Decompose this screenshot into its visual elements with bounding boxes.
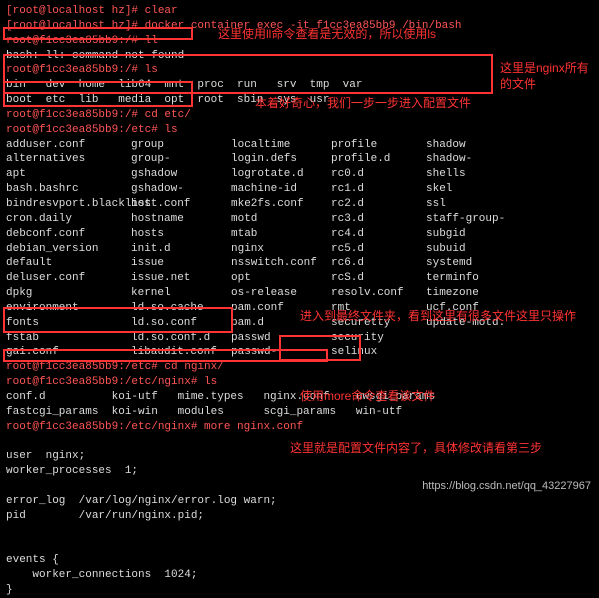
annotation-text: 这里使用ll命令查看是无效的，所以使用ls (218, 26, 436, 42)
annotation-box (3, 307, 233, 333)
annotation-text: 这里就是配置文件内容了，具体修改请看第三步 (290, 440, 542, 456)
annotation-box (3, 349, 328, 362)
prompt-line: root@f1cc3ea85bb9:/etc# cd nginx/ (6, 360, 593, 375)
annotation-text: 进入到最终文件夹，看到这里有很多文件这里只操作 (300, 308, 576, 324)
prompt-line: root@f1cc3ea85bb9:/etc/nginx# more nginx… (6, 420, 593, 435)
annotation-text: 这里是nginx所有 的文件 (500, 60, 589, 92)
prompt-line: root@f1cc3ea85bb9:/etc# ls (6, 123, 593, 138)
watermark: https://blog.csdn.net/qq_43227967 (422, 479, 591, 494)
prompt-line: [root@localhost hz]# clear (6, 4, 593, 19)
nginx-conf: user nginx;worker_processes 1; error_log… (6, 434, 593, 597)
annotation-text: 本着好奇心，我们一步一步进入配置文件 (255, 95, 471, 111)
annotation-box (3, 81, 193, 107)
annotation-text: 使用more命令查看该文件 (300, 388, 435, 404)
annotation-box (3, 27, 193, 40)
